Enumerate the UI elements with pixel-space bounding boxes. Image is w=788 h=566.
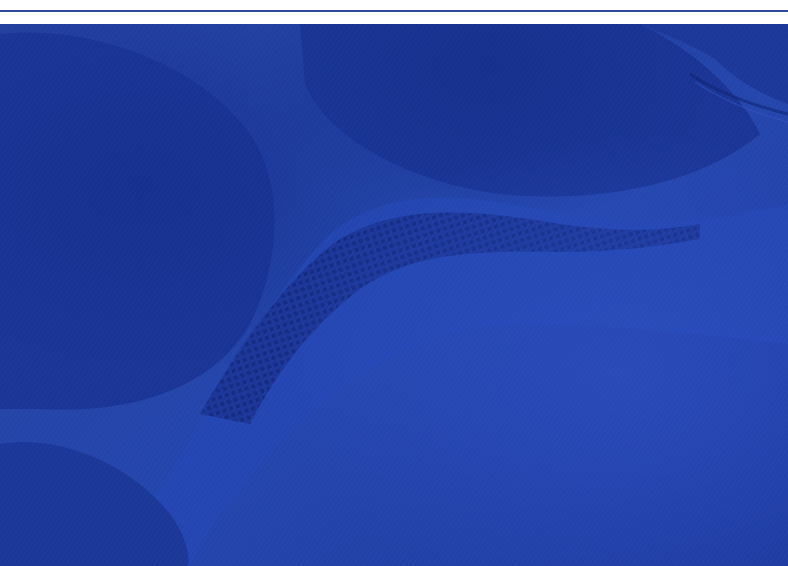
fabric-photo [0, 24, 788, 566]
product-photo-frame [0, 0, 788, 566]
knit-texture-overlay [0, 24, 788, 566]
top-divider-line [0, 10, 788, 12]
